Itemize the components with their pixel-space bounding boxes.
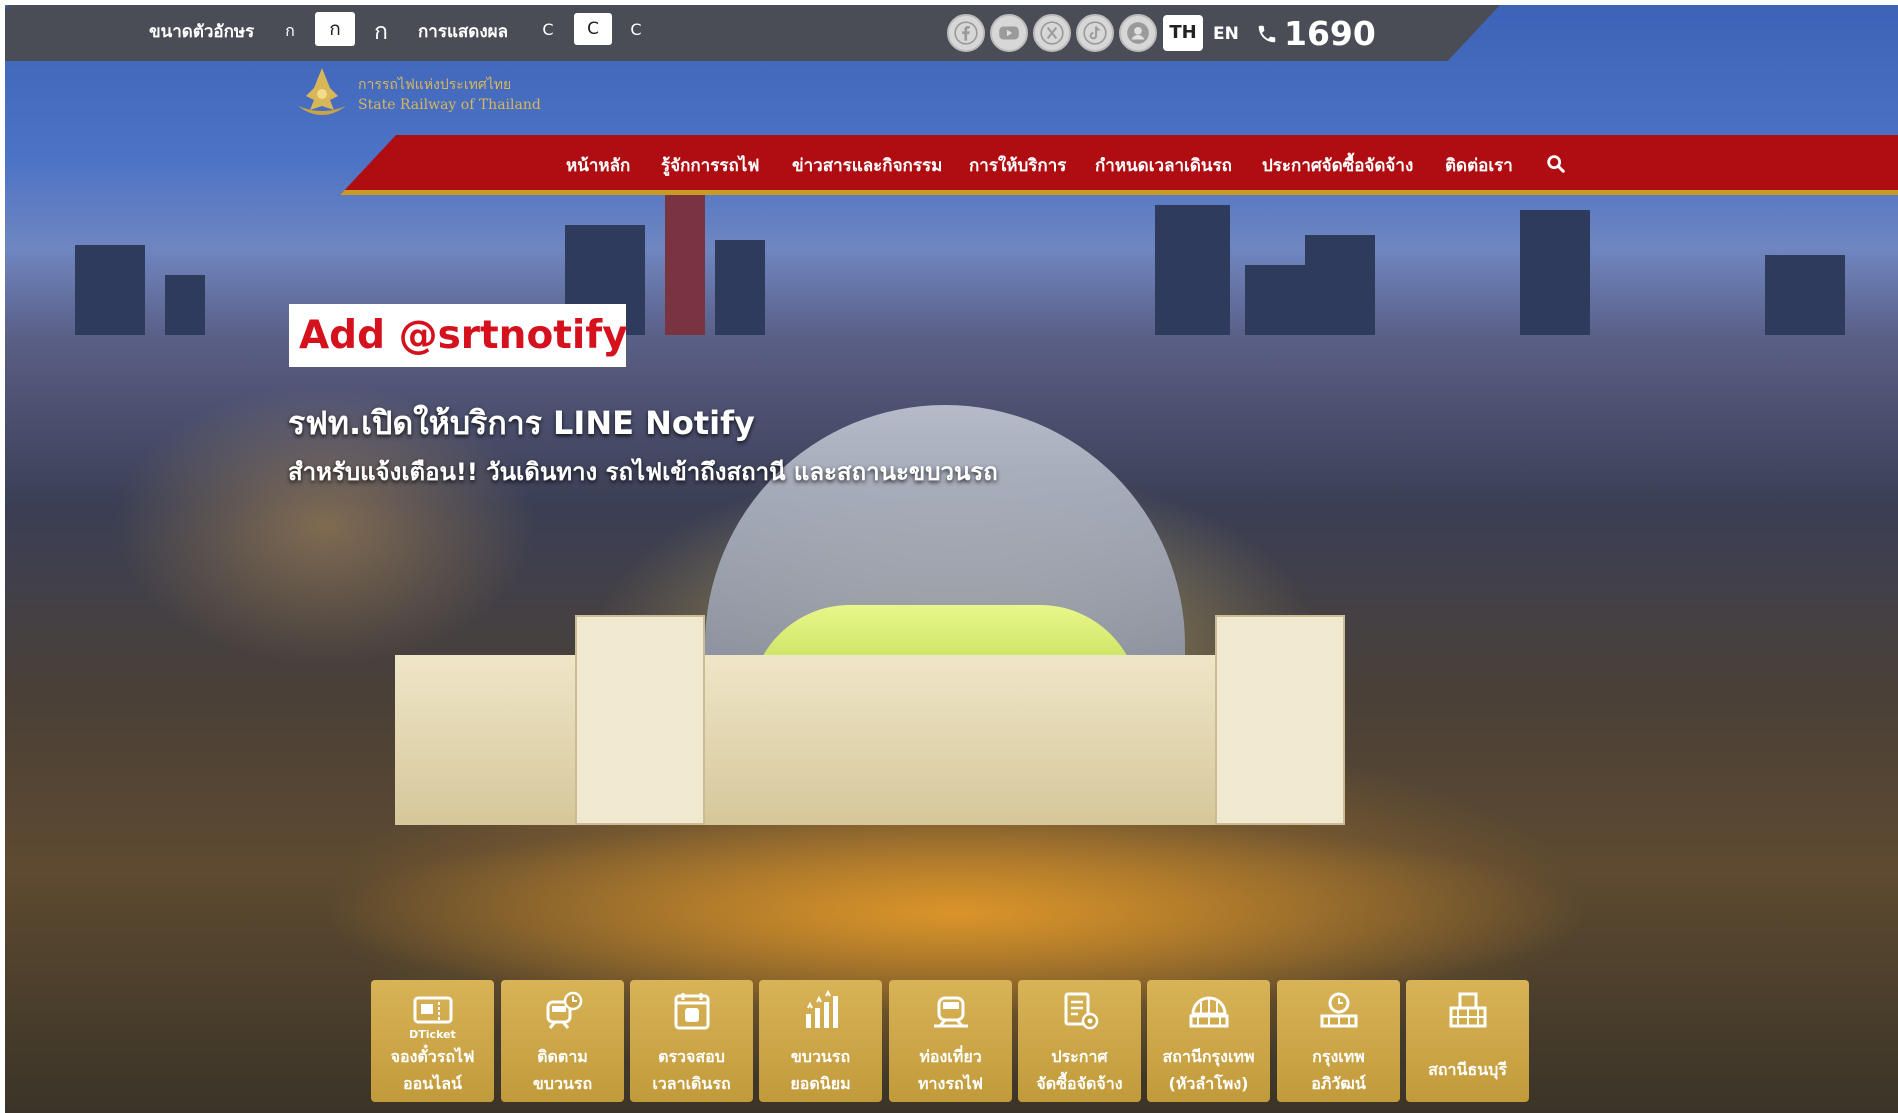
nav-item-timetable[interactable]: กำหนดเวลาเดินรถ: [1095, 152, 1232, 179]
tile-label: ตรวจสอบ: [658, 1047, 725, 1066]
font-size-small-button[interactable]: ก: [280, 19, 300, 44]
station-building-icon: [1449, 992, 1487, 1028]
hotline-number: 1690: [1284, 14, 1376, 53]
nav-item-services[interactable]: การให้บริการ: [969, 152, 1066, 179]
srt-logo[interactable]: การรถไฟแห่งประเทศไทย State Railway of Th…: [292, 66, 541, 124]
tile-label: สถานีธนบุรี: [1428, 1060, 1507, 1079]
logo-name-th: การรถไฟแห่งประเทศไทย: [358, 77, 512, 93]
ticket-icon: [413, 996, 453, 1024]
search-icon[interactable]: [1545, 153, 1567, 175]
font-size-large-button[interactable]: ก: [368, 14, 394, 50]
nav-item-contact[interactable]: ติดต่อเรา: [1445, 152, 1513, 179]
tile-label: เวลาเดินรถ: [652, 1074, 731, 1093]
tile-krung-thep-aphiwat[interactable]: กรุงเทพอภิวัฒน์: [1277, 980, 1400, 1102]
nav-item-news[interactable]: ข่าวสารและกิจกรรม: [792, 152, 942, 179]
popular-chart-icon: [806, 990, 838, 1028]
tile-popular-trains[interactable]: ขบวนรถยอดนิยม: [759, 980, 882, 1102]
tile-label: อภิวัฒน์: [1311, 1074, 1366, 1093]
font-size-normal-button[interactable]: ก: [315, 12, 355, 46]
tile-label: ยอดนิยม: [790, 1074, 851, 1093]
travel-train-icon: [934, 996, 968, 1028]
tile-label: ขบวนรถ: [790, 1047, 851, 1066]
station-clock-icon: [1320, 992, 1358, 1028]
train-calendar-icon: [674, 993, 710, 1030]
dticket-label: DTicket: [409, 1028, 456, 1041]
youtube-icon[interactable]: [990, 14, 1028, 52]
lang-en-button[interactable]: EN: [1213, 24, 1239, 44]
tile-thonburi-station[interactable]: สถานีธนบุรี: [1406, 980, 1529, 1102]
tile-bangkok-station[interactable]: สถานีกรุงเทพ (หัวลำโพง): [1147, 980, 1270, 1102]
tile-label: สถานีกรุงเทพ: [1162, 1047, 1255, 1066]
promo-title: รฟท.เปิดให้บริการ LINE Notify: [288, 404, 755, 442]
facebook-icon[interactable]: [947, 14, 985, 52]
tile-label: จองตั๋วรถไฟ: [390, 1047, 475, 1066]
display-mode-label: การแสดงผล: [418, 22, 509, 42]
logo-name-en: State Railway of Thailand: [358, 97, 541, 113]
tile-rail-travel[interactable]: ท่องเที่ยวทางรถไฟ: [889, 980, 1012, 1102]
tile-label: จัดซื้อจัดจ้าง: [1036, 1074, 1123, 1093]
font-size-label: ขนาดตัวอักษร: [149, 22, 255, 42]
tile-label: กรุงเทพ: [1312, 1047, 1365, 1066]
tile-check-timetable[interactable]: ตรวจสอบเวลาเดินรถ: [630, 980, 753, 1102]
srt-emblem-icon: [298, 68, 346, 115]
train-clock-icon: [546, 991, 583, 1029]
tile-track-train[interactable]: ติดตามขบวนรถ: [501, 980, 624, 1102]
tile-label: ขบวนรถ: [532, 1074, 593, 1093]
nav-item-home[interactable]: หน้าหลัก: [566, 152, 630, 179]
display-normal-button[interactable]: C: [540, 20, 556, 39]
x-icon[interactable]: [1033, 14, 1071, 52]
display-contrast-button[interactable]: C: [574, 13, 612, 45]
station-facade: [395, 615, 1345, 825]
tile-label: ทางรถไฟ: [918, 1074, 983, 1093]
tile-book-ticket[interactable]: DTicket จองตั๋วรถไฟออนไลน์: [371, 980, 494, 1102]
tile-procurement[interactable]: ประกาศจัดซื้อจัดจ้าง: [1018, 980, 1141, 1102]
promo-subtitle: สำหรับแจ้งเตือน!! วันเดินทาง รถไฟเข้าถึง…: [288, 458, 998, 486]
tile-label: ติดตาม: [537, 1047, 588, 1066]
tiktok-icon[interactable]: [1076, 14, 1114, 52]
display-alt-button[interactable]: C: [628, 20, 644, 39]
station-dome-icon: [1189, 996, 1229, 1028]
hotline[interactable]: 1690: [1256, 14, 1376, 53]
tile-label: ออนไลน์: [403, 1074, 462, 1093]
tile-label: ประกาศ: [1051, 1047, 1108, 1066]
user-icon[interactable]: [1119, 14, 1157, 52]
lang-th-button[interactable]: TH: [1163, 15, 1203, 51]
procurement-icon: [1064, 992, 1099, 1030]
tile-label: ท่องเที่ยว: [919, 1047, 982, 1066]
tile-label: (หัวลำโพง): [1168, 1074, 1249, 1093]
phone-icon: [1258, 25, 1276, 42]
nav-item-procurement[interactable]: ประกาศจัดซื้อจัดจ้าง: [1262, 152, 1413, 179]
nav-item-about[interactable]: รู้จักการรถไฟ: [661, 152, 759, 179]
promo-badge[interactable]: Add @srtnotify: [289, 304, 628, 367]
